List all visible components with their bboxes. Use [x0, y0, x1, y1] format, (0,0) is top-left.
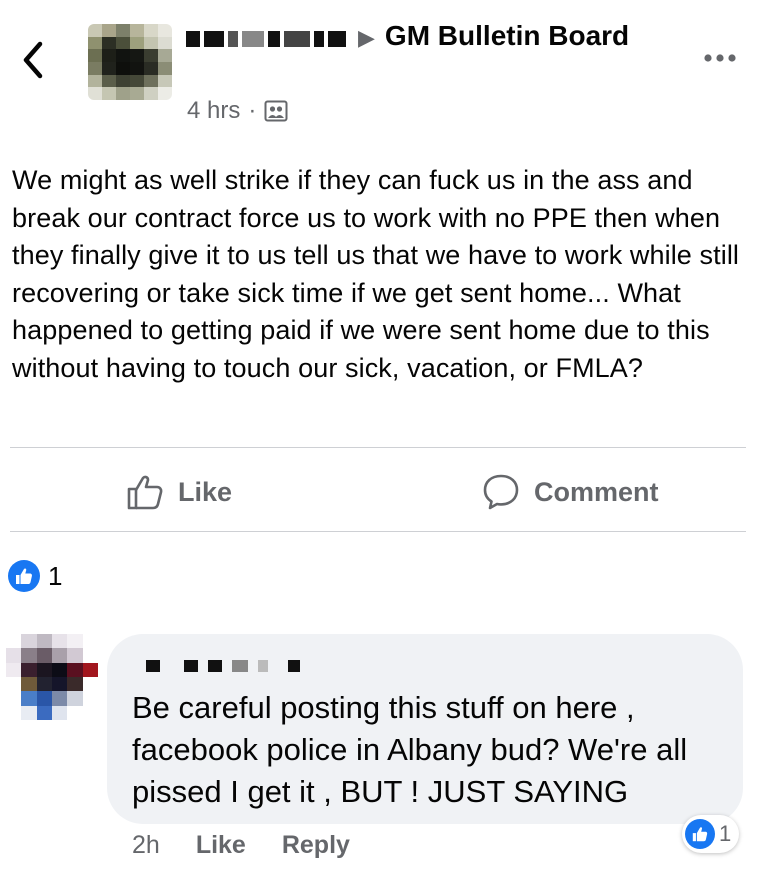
like-reaction-icon	[8, 560, 40, 592]
comment-like-reaction-icon	[685, 819, 715, 849]
more-options-button[interactable]	[700, 48, 740, 68]
comment-text: Be careful posting this stuff on here , …	[132, 690, 688, 809]
author-name-redacted[interactable]	[186, 20, 350, 56]
commenter-name-redacted[interactable]	[146, 656, 300, 676]
divider-bottom	[10, 531, 746, 532]
reaction-summary[interactable]: 1	[8, 560, 62, 592]
back-chevron-icon	[23, 41, 43, 79]
author-avatar[interactable]	[88, 24, 172, 100]
comment-like-button[interactable]: Like	[196, 828, 246, 862]
comment-button-label: Comment	[534, 476, 659, 507]
post-time[interactable]: 4 hrs	[187, 95, 240, 127]
reaction-count: 1	[48, 560, 63, 591]
back-button[interactable]	[18, 38, 48, 82]
group-name-link[interactable]: GM Bulletin Board	[385, 20, 629, 51]
like-thumb-icon	[127, 475, 163, 510]
divider-top	[10, 447, 746, 448]
post-header: ▶ GM Bulletin Board	[186, 18, 656, 56]
comment-reaction-count: 1	[719, 821, 732, 846]
group-audience-icon	[264, 100, 288, 122]
comment-reply-button[interactable]: Reply	[282, 828, 350, 862]
more-options-icon	[704, 54, 736, 62]
post-body-text: We might as well strike if they can fuck…	[12, 165, 740, 383]
comment-bubble-icon	[483, 474, 519, 510]
comment-reaction-badge[interactable]: 1	[682, 815, 740, 853]
post-meta: 4 hrs ·	[187, 95, 288, 127]
like-button-label: Like	[178, 476, 233, 507]
comment-button[interactable]: Comment	[482, 464, 659, 520]
shared-to-arrow-icon: ▶	[358, 24, 375, 50]
meta-separator: ·	[248, 97, 257, 124]
commenter-avatar[interactable]	[6, 634, 98, 720]
comment-time[interactable]: 2h	[132, 828, 160, 862]
like-button[interactable]: Like	[126, 464, 232, 520]
comment-actions: 2h Like Reply	[132, 828, 350, 862]
